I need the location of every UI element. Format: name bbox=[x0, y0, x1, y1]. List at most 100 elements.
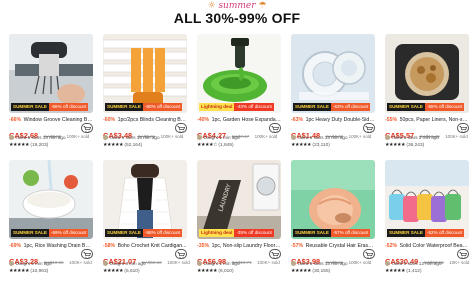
add-to-cart-button[interactable] bbox=[175, 123, 187, 133]
deal-tag: SUMMER SALE -60% off discount bbox=[105, 103, 183, 111]
product-title[interactable]: -55% 50pcs, Paper Liners, Non-stic... bbox=[385, 117, 469, 124]
activity-note: rated 5 stars 13 min ago bbox=[9, 135, 93, 140]
review-count: (1,849) bbox=[218, 143, 234, 148]
product-photo: LAUNDRY bbox=[197, 160, 281, 239]
review-count: (52,164) bbox=[124, 143, 143, 148]
product-image[interactable] bbox=[385, 34, 469, 113]
add-to-cart-button[interactable] bbox=[457, 123, 469, 133]
product-photo bbox=[103, 160, 187, 239]
review-count: (36,243) bbox=[406, 143, 425, 148]
rating: ★★★★☆ (1,849) bbox=[197, 143, 281, 148]
product-title[interactable]: -40% 1pc, Garden Hose Expandable... bbox=[197, 117, 281, 124]
product-image[interactable] bbox=[291, 160, 375, 239]
activity-text: bought 1 min ago bbox=[204, 135, 240, 140]
activity-note: bought 2 min ago bbox=[9, 261, 93, 266]
product-card[interactable]: SUMMER SALE -55% off discount -55% 50pcs… bbox=[385, 34, 469, 156]
product-card[interactable]: SUMMER SALE -60% off discount -60% 1pc/2… bbox=[103, 34, 187, 156]
discount-percent: -69% bbox=[9, 243, 22, 249]
activity-text: bought 1 min ago bbox=[204, 261, 240, 266]
product-image[interactable] bbox=[9, 34, 93, 113]
avatar bbox=[103, 135, 108, 140]
star-rating: ★★★★★ bbox=[291, 269, 312, 274]
review-count: (1,412) bbox=[406, 269, 422, 274]
product-image[interactable] bbox=[9, 160, 93, 239]
product-card[interactable]: SUMMER SALE -63% off discount -63% 1pc H… bbox=[291, 34, 375, 156]
activity-note: rated 5 stars 13 min ago bbox=[291, 135, 375, 140]
discount-percent: -63% bbox=[291, 117, 304, 123]
star-rating: ★★★★★ bbox=[385, 143, 406, 148]
deal-tag: SUMMER SALE -57% off discount bbox=[293, 229, 371, 237]
deal-tag-discount: -58% off discount bbox=[142, 229, 183, 237]
product-title[interactable]: -35% 1pc, Non-slip Laundry Floor M... bbox=[197, 243, 281, 250]
activity-text: rated 5 stars 16 min ago bbox=[110, 135, 160, 140]
add-to-cart-button[interactable] bbox=[269, 123, 281, 133]
product-title[interactable]: -63% 1pc Heavy Duty Double-Sided... bbox=[291, 117, 375, 124]
product-card[interactable]: SUMMER SALE -69% off discount -69% 1pc, … bbox=[9, 160, 93, 282]
review-count: (6,010) bbox=[218, 269, 234, 274]
deal-tag-label: SUMMER SALE bbox=[387, 229, 425, 237]
product-image[interactable] bbox=[291, 34, 375, 113]
deal-tag: Lightning deal -40% off discount bbox=[199, 103, 274, 111]
product-title[interactable]: -66% Window Groove Cleaning Brus... bbox=[9, 117, 93, 124]
activity-text: rated 5 stars 13 min ago bbox=[392, 261, 442, 266]
review-count: (30,155) bbox=[312, 269, 331, 274]
add-to-cart-button[interactable] bbox=[457, 249, 469, 259]
product-card[interactable]: LAUNDRY Lightning deal -35% off discount… bbox=[197, 160, 281, 282]
add-to-cart-button[interactable] bbox=[269, 249, 281, 259]
deal-tag-label: Lightning deal bbox=[199, 103, 235, 111]
deal-tag-label: SUMMER SALE bbox=[293, 229, 331, 237]
product-image[interactable] bbox=[103, 34, 187, 113]
deal-tag-label: SUMMER SALE bbox=[105, 229, 143, 237]
add-to-cart-button[interactable] bbox=[81, 249, 93, 259]
deal-tag: SUMMER SALE -66% off discount bbox=[11, 103, 89, 111]
product-title[interactable]: -58% Boho Crochet Knit Cardigan... bbox=[103, 243, 187, 250]
product-photo bbox=[291, 160, 375, 239]
deal-tag-discount: -55% off discount bbox=[424, 103, 465, 111]
product-title[interactable]: -57% Reusable Crystal Hair Eraser... bbox=[291, 243, 375, 250]
product-image[interactable]: LAUNDRY bbox=[197, 160, 281, 239]
product-card[interactable]: SUMMER SALE -66% off discount -66% Windo… bbox=[9, 34, 93, 156]
product-photo bbox=[9, 34, 93, 113]
activity-text: rated 5 stars 13 min ago bbox=[298, 261, 348, 266]
product-image[interactable] bbox=[103, 160, 187, 239]
add-to-cart-button[interactable] bbox=[175, 249, 187, 259]
product-title[interactable]: -69% 1pc, Rice Washing Drain Bask... bbox=[9, 243, 93, 250]
rating: ★★★★★ (19,203) bbox=[9, 143, 93, 148]
product-title[interactable]: -52% Solid Color Waterproof Beach... bbox=[385, 243, 469, 250]
discount-percent: -55% bbox=[385, 117, 398, 123]
avatar bbox=[103, 261, 108, 266]
product-card[interactable]: SUMMER SALE -57% off discount -57% Reusa… bbox=[291, 160, 375, 282]
activity-text: rated 5 stars 13 min ago bbox=[298, 135, 348, 140]
review-count: (10,963) bbox=[30, 269, 49, 274]
activity-text: bought 3 min ago bbox=[110, 261, 146, 266]
add-to-cart-button[interactable] bbox=[363, 123, 375, 133]
rating: ★★★★★ (23,110) bbox=[291, 143, 375, 148]
avatar bbox=[9, 135, 14, 140]
star-rating: ★★★★★ bbox=[197, 269, 218, 274]
discount-percent: -58% bbox=[103, 243, 116, 249]
star-rating: ★★★★★ bbox=[9, 143, 30, 148]
deal-tag-discount: -66% off discount bbox=[48, 103, 89, 111]
avatar bbox=[291, 135, 296, 140]
rating: ★★★★★ (5,610) bbox=[103, 269, 187, 274]
product-card[interactable]: Lightning deal -40% off discount -40% 1p… bbox=[197, 34, 281, 156]
deal-tag: SUMMER SALE -58% off discount bbox=[105, 229, 183, 237]
product-card[interactable]: SUMMER SALE -58% off discount -58% Boho … bbox=[103, 160, 190, 282]
add-to-cart-button[interactable] bbox=[81, 123, 93, 133]
product-image[interactable] bbox=[197, 34, 281, 113]
discount-percent: -66% bbox=[9, 117, 22, 123]
deal-tag-label: SUMMER SALE bbox=[293, 103, 331, 111]
deal-tag-label: SUMMER SALE bbox=[11, 103, 49, 111]
product-image[interactable] bbox=[385, 160, 469, 239]
banner-title: ALL 30%-99% OFF bbox=[173, 10, 301, 26]
activity-text: rated 5 stars 3 min ago bbox=[392, 135, 439, 140]
product-title[interactable]: -60% 1pc/2pcs Blinds Cleaning Brus... bbox=[103, 117, 187, 124]
add-to-cart-button[interactable] bbox=[363, 249, 375, 259]
star-rating: ★★★★★ bbox=[9, 269, 30, 274]
star-rating: ★★★★★ bbox=[291, 143, 312, 148]
product-photo bbox=[9, 160, 93, 239]
product-card[interactable]: SUMMER SALE -52% off discount -52% Solid… bbox=[385, 160, 469, 282]
deal-tag-discount: -57% off discount bbox=[330, 229, 371, 237]
activity-note: rated 5 stars 3 min ago bbox=[385, 135, 469, 140]
avatar bbox=[385, 135, 390, 140]
